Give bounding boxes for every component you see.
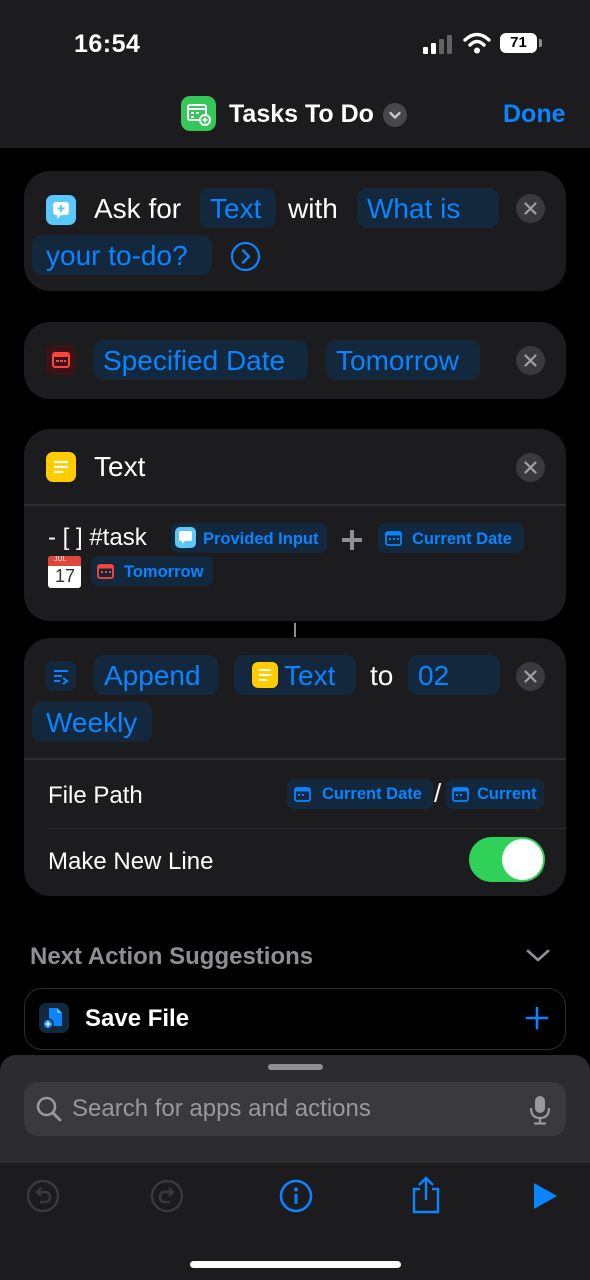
toggle-knob [502, 839, 543, 880]
battery-icon: 71 [500, 33, 537, 53]
remove-action-icon[interactable] [516, 194, 545, 223]
editor-toolbar [0, 1163, 590, 1280]
undo-icon[interactable] [26, 1179, 60, 1213]
ask-input-icon [46, 195, 76, 225]
suggestion-label: Save File [85, 1005, 190, 1032]
search-bar[interactable] [24, 1082, 566, 1136]
status-bar: 16:54 71 [0, 0, 590, 86]
nav-bar: Tasks To Do Done [0, 86, 590, 148]
provided-input-icon [175, 527, 196, 548]
expand-options-icon[interactable] [230, 241, 261, 272]
file-path-label: File Path [48, 782, 143, 809]
status-time: 16:54 [74, 30, 141, 58]
append-action[interactable]: Append Text to 02 Weekly File Path Curre… [24, 638, 566, 896]
prompt-token-line1[interactable]: What is [367, 193, 460, 225]
shortcut-icon[interactable] [181, 96, 216, 131]
input-type-token[interactable]: Text [210, 193, 261, 225]
divider [48, 828, 566, 829]
make-new-line-label: Make New Line [48, 848, 214, 875]
plus-icon [342, 530, 362, 550]
text-variable-token[interactable]: Text [284, 660, 335, 692]
text-icon [46, 452, 76, 482]
date-type-token[interactable]: Specified Date [103, 345, 285, 377]
file-path-date-icon [450, 784, 471, 805]
add-action-icon[interactable] [525, 1006, 549, 1030]
path-separator: / [434, 778, 442, 808]
title-menu-chevron-icon[interactable] [383, 103, 407, 127]
home-indicator [190, 1261, 401, 1268]
info-icon[interactable] [279, 1179, 313, 1213]
with-label: with [288, 193, 338, 224]
text-variable-icon [252, 662, 278, 688]
file-path-token2[interactable]: Current [477, 785, 537, 804]
action-list: Ask for Text with What is your to-do? Sp… [0, 148, 590, 1055]
text-action[interactable]: Text - [ ] #task Provided Input Current … [24, 429, 566, 621]
shortcut-title[interactable]: Tasks To Do [229, 100, 374, 129]
remove-action-icon[interactable] [516, 453, 545, 482]
provided-input-token[interactable]: Provided Input [203, 530, 319, 549]
append-verb-token[interactable]: Append [104, 660, 201, 692]
target-token-line2[interactable]: Weekly [46, 707, 137, 739]
action-connector [294, 623, 296, 637]
search-input[interactable] [72, 1082, 512, 1136]
remove-action-icon[interactable] [516, 662, 545, 691]
file-path-date-icon [292, 784, 313, 805]
battery-nub [539, 39, 542, 47]
action-search-sheet [0, 1055, 590, 1163]
current-date-icon [383, 528, 404, 549]
redo-icon[interactable] [150, 1179, 184, 1213]
to-label: to [370, 660, 394, 691]
collapse-chevron-icon[interactable] [525, 947, 551, 965]
divider [24, 504, 566, 506]
date-value-token[interactable]: Tomorrow [336, 345, 459, 377]
ask-for-input-action[interactable]: Ask for Text with What is your to-do? [24, 171, 566, 291]
tomorrow-token[interactable]: Tomorrow [124, 563, 203, 582]
microphone-icon[interactable] [529, 1094, 551, 1126]
ask-for-label: Ask for [94, 193, 182, 224]
run-play-icon[interactable] [531, 1180, 559, 1212]
file-path-token1[interactable]: Current Date [322, 785, 422, 804]
calendar-emoji-icon: JUL 17 [48, 556, 81, 588]
cellular-signal-icon [423, 34, 453, 54]
target-token-line1[interactable]: 02 [418, 660, 449, 692]
divider [24, 758, 566, 760]
date-action[interactable]: Specified Date Tomorrow [24, 322, 566, 399]
wifi-icon [463, 32, 491, 54]
save-file-icon [39, 1003, 69, 1033]
prompt-token-line2[interactable]: your to-do? [46, 240, 188, 272]
search-icon [36, 1096, 62, 1122]
text-action-title: Text [94, 451, 146, 482]
append-icon [46, 661, 76, 691]
make-new-line-toggle[interactable] [469, 837, 545, 882]
current-date-token[interactable]: Current Date [412, 530, 512, 549]
share-icon[interactable] [410, 1175, 442, 1215]
done-button[interactable]: Done [503, 100, 566, 129]
suggestion-save-file[interactable]: Save File [24, 988, 566, 1050]
suggestions-title: Next Action Suggestions [30, 943, 314, 970]
text-prefix[interactable]: - [ ] #task [48, 524, 147, 552]
sheet-grabber[interactable] [268, 1064, 323, 1070]
calendar-icon [46, 345, 76, 375]
remove-action-icon[interactable] [516, 346, 545, 375]
tomorrow-date-icon [95, 561, 116, 582]
